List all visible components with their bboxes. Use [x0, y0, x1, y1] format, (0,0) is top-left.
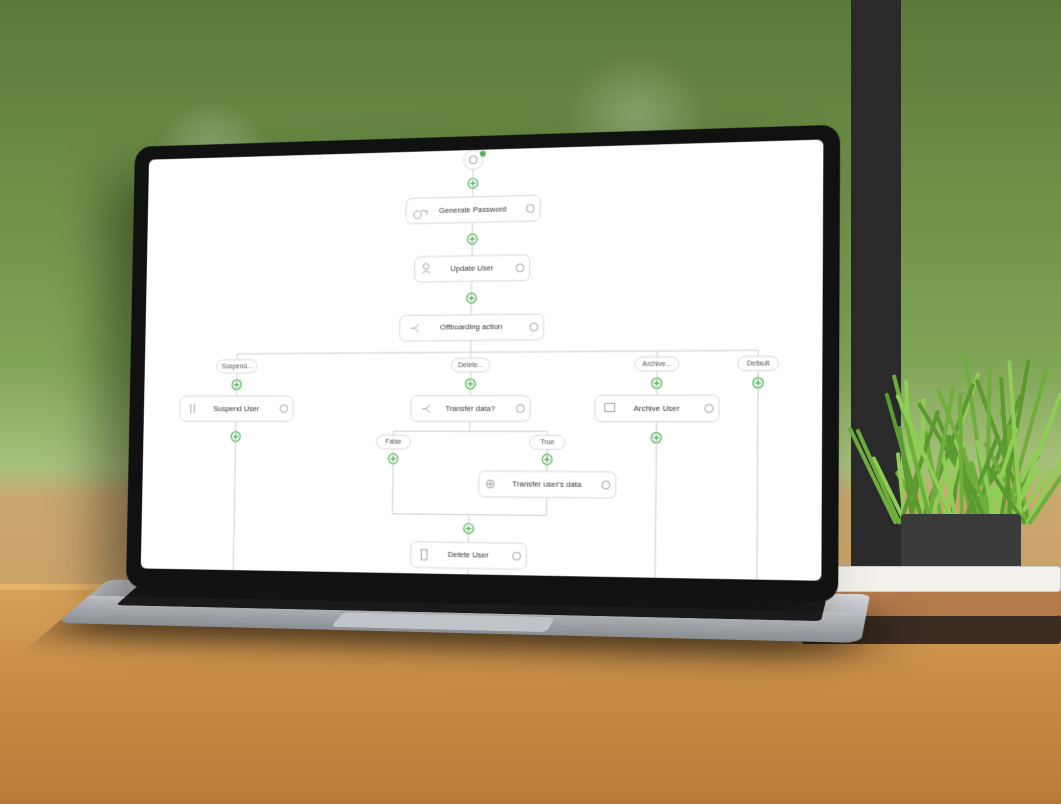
- branch-label-true[interactable]: True: [530, 435, 565, 449]
- add-step[interactable]: [468, 178, 478, 188]
- gear-icon[interactable]: [513, 552, 521, 560]
- workflow-canvas[interactable]: Generate Password Update User: [141, 140, 824, 581]
- svg-text:True: True: [540, 439, 554, 446]
- gear-icon[interactable]: [602, 481, 610, 489]
- archive-icon: [605, 403, 615, 411]
- svg-text:Suspend User: Suspend User: [213, 404, 260, 413]
- gear-icon[interactable]: [516, 405, 524, 413]
- start-node[interactable]: [464, 145, 486, 170]
- node-delete-user[interactable]: Delete User: [411, 542, 527, 570]
- trackpad: [331, 612, 555, 632]
- workflow-svg[interactable]: Generate Password Update User: [141, 140, 824, 581]
- node-transfer-users-data[interactable]: Transfer user's data: [479, 471, 616, 498]
- add-step[interactable]: [652, 378, 662, 388]
- add-step[interactable]: [466, 379, 476, 389]
- gear-icon[interactable]: [530, 323, 538, 331]
- add-step[interactable]: [464, 524, 474, 534]
- svg-text:Generate Password: Generate Password: [439, 204, 507, 215]
- svg-text:Archive User: Archive User: [634, 403, 680, 413]
- node-transfer-data-q[interactable]: Transfer data?: [411, 396, 531, 422]
- svg-text:Transfer user's data: Transfer user's data: [512, 479, 582, 489]
- laptop-lid: Generate Password Update User: [126, 125, 840, 602]
- add-step[interactable]: [753, 378, 763, 388]
- svg-text:Delete User: Delete User: [448, 550, 489, 560]
- svg-text:Archive...: Archive...: [642, 361, 671, 369]
- node-suspend-user[interactable]: Suspend User: [180, 396, 293, 421]
- svg-text:Update User: Update User: [450, 263, 494, 273]
- laptop: Generate Password Update User: [124, 125, 840, 708]
- pointer-icon: [464, 145, 477, 150]
- node-archive-user[interactable]: Archive User: [595, 395, 719, 421]
- gear-icon[interactable]: [516, 264, 524, 272]
- add-step[interactable]: [651, 433, 661, 443]
- node-update-user[interactable]: Update User: [415, 255, 530, 282]
- svg-text:False: False: [385, 439, 402, 446]
- branch-label-default[interactable]: Default: [738, 356, 779, 370]
- node-generate-password[interactable]: Generate Password: [406, 195, 540, 224]
- branch-label-suspend[interactable]: Suspend...: [217, 360, 257, 374]
- add-step[interactable]: [231, 432, 240, 442]
- svg-text:Suspend...: Suspend...: [222, 363, 253, 370]
- branch-label-archive[interactable]: Archive...: [635, 357, 679, 371]
- transfer-icon: [486, 480, 494, 488]
- window-frame: [851, 0, 901, 620]
- add-step[interactable]: [467, 293, 477, 303]
- svg-text:Default: Default: [747, 360, 770, 368]
- plant: // generate grass blades decoratively do…: [881, 354, 1041, 524]
- branch-label-false[interactable]: False: [376, 435, 410, 449]
- svg-text:Transfer data?: Transfer data?: [445, 403, 495, 412]
- svg-text:Delete...: Delete...: [458, 362, 483, 369]
- add-step[interactable]: [388, 454, 398, 464]
- gear-icon[interactable]: [526, 204, 534, 212]
- add-step[interactable]: [232, 380, 241, 390]
- branch-label-delete[interactable]: Delete...: [451, 358, 490, 372]
- gear-icon[interactable]: [705, 404, 713, 412]
- add-step[interactable]: [467, 234, 477, 244]
- add-step[interactable]: [542, 454, 552, 464]
- node-offboarding-action[interactable]: Offboarding action: [400, 314, 544, 341]
- svg-text:Offboarding action: Offboarding action: [440, 322, 503, 332]
